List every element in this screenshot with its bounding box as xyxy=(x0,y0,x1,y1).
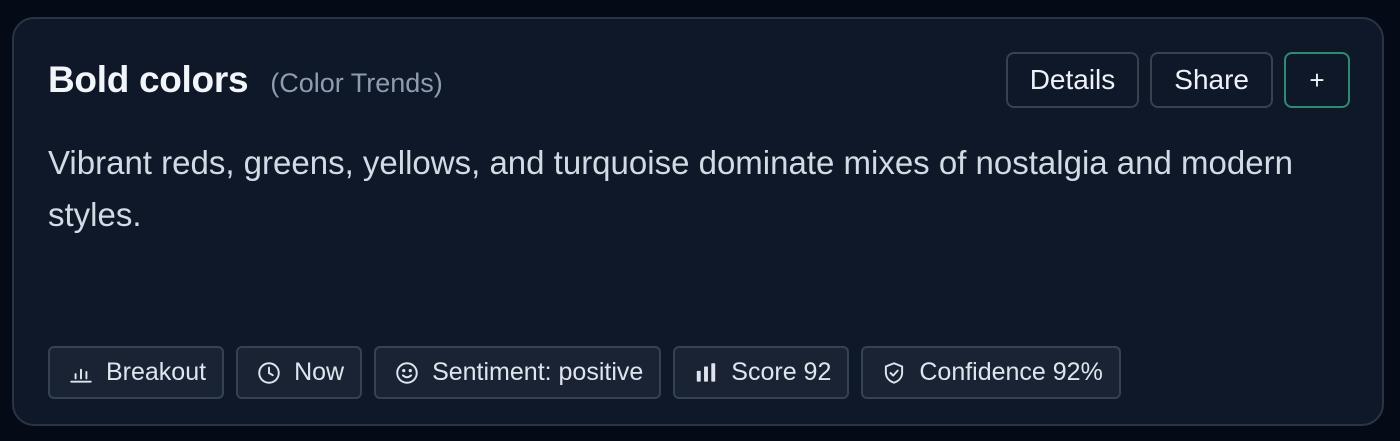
trend-description: Vibrant reds, greens, yellows, and turqu… xyxy=(48,144,1293,233)
title-row: Bold colors (Color Trends) xyxy=(48,59,443,101)
chip-label: Score 92 xyxy=(731,358,832,386)
chip-score: Score 92 xyxy=(673,346,850,399)
trend-title: Bold colors xyxy=(48,59,249,100)
smiley-icon xyxy=(394,360,420,386)
trend-card: Bold colors (Color Trends) Details Share… xyxy=(12,17,1384,426)
shield-check-icon xyxy=(881,360,907,386)
chip-confidence: Confidence 92% xyxy=(861,346,1121,399)
chip-time: Now xyxy=(236,346,363,399)
share-button[interactable]: Share xyxy=(1150,52,1273,108)
bar-chart-outline-icon xyxy=(68,360,94,386)
chip-label: Now xyxy=(294,358,345,386)
metric-chips: Breakout Now Sentiment: positive Score 9… xyxy=(48,346,1121,399)
chip-label: Confidence 92% xyxy=(919,358,1103,386)
chip-label: Breakout xyxy=(106,358,207,386)
chip-breakout: Breakout xyxy=(48,346,225,399)
add-button[interactable]: + xyxy=(1284,52,1350,108)
chip-label: Sentiment: positive xyxy=(432,358,644,386)
details-button[interactable]: Details xyxy=(1005,52,1140,108)
clock-icon xyxy=(256,360,282,386)
chip-sentiment: Sentiment: positive xyxy=(374,346,662,399)
bar-chart-filled-icon xyxy=(693,360,719,386)
trend-category: (Color Trends) xyxy=(270,68,443,98)
card-actions: Details Share + xyxy=(1005,52,1350,108)
